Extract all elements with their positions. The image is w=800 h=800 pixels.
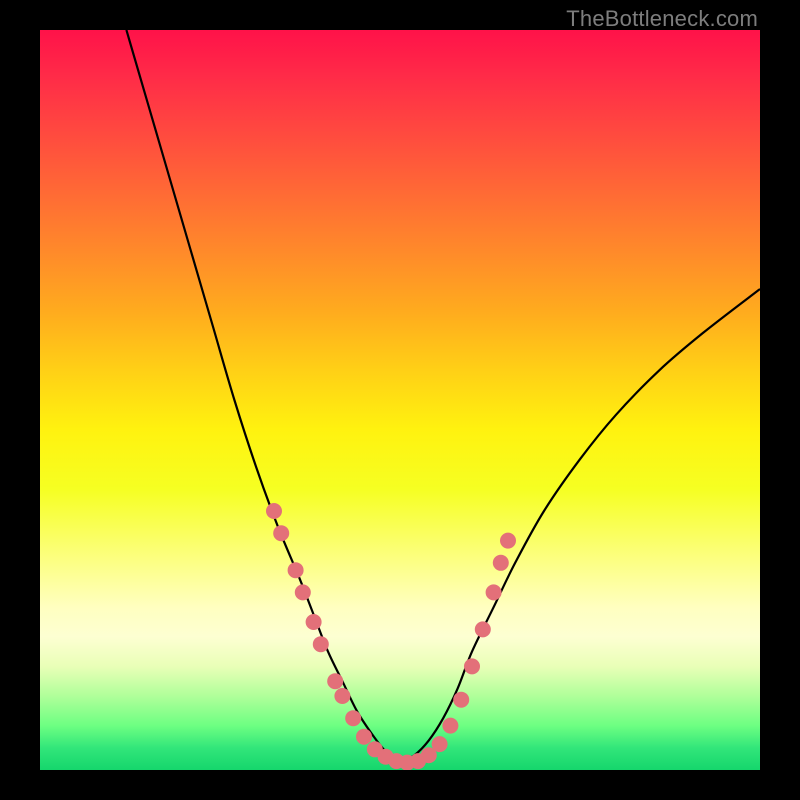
scatter-dot: [486, 584, 502, 600]
attribution-label: TheBottleneck.com: [566, 6, 758, 32]
scatter-dot: [288, 562, 304, 578]
chart-frame: TheBottleneck.com: [0, 0, 800, 800]
scatter-dot: [306, 614, 322, 630]
scatter-dot: [464, 658, 480, 674]
scatter-dot: [475, 621, 491, 637]
curve-layer: [40, 30, 760, 770]
scatter-dot: [345, 710, 361, 726]
scatter-dot: [500, 533, 516, 549]
scatter-dot: [295, 584, 311, 600]
curve-right-branch: [400, 289, 760, 763]
scatter-dot: [493, 555, 509, 571]
scatter-dot: [432, 736, 448, 752]
scatter-dot: [273, 525, 289, 541]
scatter-dot: [453, 692, 469, 708]
scatter-dot: [266, 503, 282, 519]
scatter-dot: [442, 718, 458, 734]
plot-area: [40, 30, 760, 770]
scatter-dot: [356, 729, 372, 745]
scatter-dot: [313, 636, 329, 652]
curve-left-branch: [126, 30, 400, 763]
scatter-dot: [327, 673, 343, 689]
scatter-dot: [334, 688, 350, 704]
